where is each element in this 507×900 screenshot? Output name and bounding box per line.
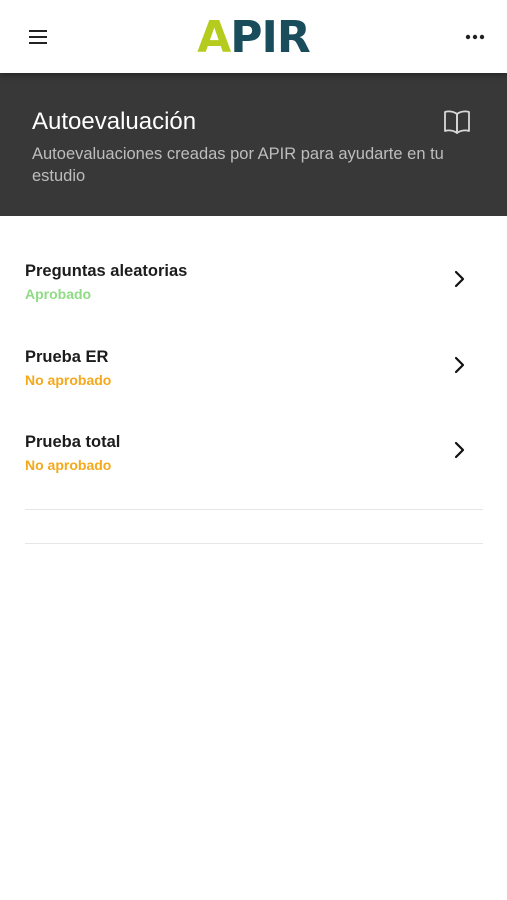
hamburger-menu-icon[interactable] <box>26 25 50 49</box>
more-horizontal-icon[interactable] <box>463 25 487 49</box>
logo-letter-a: A <box>197 12 231 63</box>
list-item-prueba-er[interactable]: Prueba ER No aprobado <box>0 304 507 390</box>
list-item-title: Prueba total <box>25 433 121 451</box>
apir-logo: A PIR <box>197 12 311 63</box>
section-header-banner: Autoevaluación Autoevaluaciones creadas … <box>0 73 507 216</box>
list-item-title: Prueba ER <box>25 348 109 366</box>
evaluation-list: Preguntas aleatorias Aprobado Prueba ER … <box>0 216 507 476</box>
status-label: No aprobado <box>25 457 112 473</box>
logo-letters-pir: PIR <box>230 12 310 63</box>
list-divider <box>25 543 483 544</box>
list-item-prueba-total[interactable]: Prueba total No aprobado <box>0 390 507 476</box>
list-item-title: Preguntas aleatorias <box>25 262 188 280</box>
chevron-right-icon <box>454 441 465 459</box>
status-label: No aprobado <box>25 372 112 388</box>
chevron-right-icon <box>454 356 465 374</box>
list-divider <box>25 509 483 510</box>
top-app-bar: A PIR <box>0 0 507 73</box>
app-screen: A PIR Autoevaluación Autoevaluaciones cre… <box>0 0 507 900</box>
chevron-right-icon <box>454 270 465 288</box>
open-book-icon[interactable] <box>443 109 471 135</box>
page-subtitle: Autoevaluaciones creadas por APIR para a… <box>32 145 444 185</box>
status-label: Aprobado <box>25 286 92 302</box>
list-item-preguntas-aleatorias[interactable]: Preguntas aleatorias Aprobado <box>0 216 507 304</box>
page-title: Autoevaluación <box>32 108 197 135</box>
